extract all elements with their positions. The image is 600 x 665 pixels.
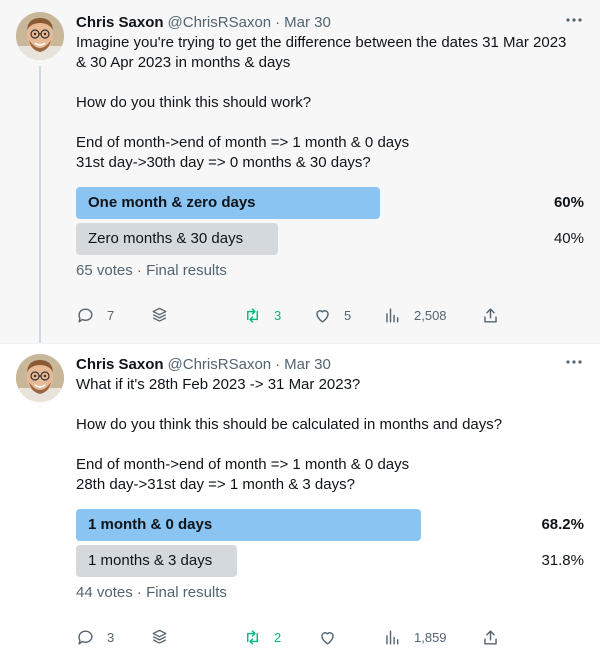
- stack-button[interactable]: [150, 626, 169, 648]
- tweet-2[interactable]: Chris Saxon @ChrisRSaxon · Mar 30 What i…: [0, 343, 600, 665]
- tweet-text-line: 28th day->31st day => 1 month & 3 days?: [76, 476, 355, 493]
- poll-option-label: 1 month & 0 days: [88, 516, 213, 533]
- stack-icon: [152, 629, 167, 644]
- reply-icon: [78, 307, 93, 323]
- retweet-icon: [247, 629, 258, 645]
- poll-votes: 65 votes: [76, 262, 133, 279]
- tweet-header: Chris Saxon @ChrisRSaxon · Mar 30: [76, 12, 584, 32]
- author-name[interactable]: Chris Saxon: [76, 356, 164, 373]
- tweet-text-line: How do you think this should be calculat…: [76, 416, 503, 433]
- poll-votes: 44 votes: [76, 584, 133, 601]
- poll-option-label: Zero months & 30 days: [88, 230, 244, 247]
- tweet-date[interactable]: Mar 30: [284, 356, 331, 373]
- views-count: 1,859: [414, 629, 447, 645]
- tweet-text-line: End of month->end of month => 1 month & …: [76, 456, 410, 473]
- poll-option-percent: 60%: [553, 194, 584, 211]
- tweet-text-line: End of month->end of month => 1 month & …: [76, 134, 410, 151]
- share-icon: [484, 307, 497, 323]
- poll-option-percent: 68.2%: [541, 516, 584, 533]
- poll-meta: 65 votes · Final results: [76, 261, 584, 281]
- poll-option: Zero months & 30 days 40%: [76, 223, 584, 255]
- tweet-text-line: Imagine you're trying to get the differe…: [76, 34, 567, 51]
- action-bar: 3 2 1,859: [76, 626, 584, 648]
- tweet-paragraph: What if it's 28th Feb 2023 -> 31 Mar 202…: [76, 375, 586, 395]
- reply-count: 3: [107, 629, 115, 645]
- share-icon: [484, 629, 497, 645]
- views-button[interactable]: 2,508: [383, 304, 447, 326]
- tweet-paragraph: End of month->end of month => 1 month & …: [76, 133, 586, 173]
- reply-count: 7: [107, 307, 115, 323]
- like-icon: [321, 631, 334, 645]
- poll-option: One month & zero days 60%: [76, 187, 584, 219]
- retweet-button[interactable]: 2: [243, 626, 281, 648]
- poll-option-percent: 31.8%: [541, 552, 584, 569]
- poll-status: Final results: [146, 262, 227, 279]
- more-icon[interactable]: [564, 352, 584, 372]
- separator-dot: ·: [275, 13, 281, 31]
- views-icon: [386, 307, 399, 323]
- poll: One month & zero days 60% Zero months & …: [76, 187, 584, 281]
- poll: 1 month & 0 days 68.2% 1 months & 3 days…: [76, 509, 584, 603]
- author-handle[interactable]: @ChrisRSaxon: [168, 14, 272, 31]
- separator-dot: ·: [136, 584, 142, 601]
- separator-dot: ·: [275, 355, 281, 373]
- tweet-text: What if it's 28th Feb 2023 -> 31 Mar 202…: [76, 375, 586, 495]
- retweet-count: 3: [274, 307, 282, 323]
- views-icon: [386, 629, 399, 645]
- more-icon[interactable]: [564, 10, 584, 30]
- tweet-text-line: What if it's 28th Feb 2023 -> 31 Mar 202…: [76, 376, 361, 393]
- like-button[interactable]: 5: [313, 304, 351, 326]
- poll-status: Final results: [146, 584, 227, 601]
- poll-option: 1 month & 0 days 68.2%: [76, 509, 584, 541]
- tweet-text-line: & 30 Apr 2023 in months & days: [76, 54, 291, 71]
- retweet-count: 2: [274, 629, 282, 645]
- retweet-button[interactable]: 3: [243, 304, 281, 326]
- tweet-text: Imagine you're trying to get the differe…: [76, 33, 586, 173]
- poll-option: 1 months & 3 days 31.8%: [76, 545, 584, 577]
- stack-icon: [152, 307, 167, 322]
- avatar[interactable]: [16, 12, 64, 60]
- like-count: 5: [344, 307, 352, 323]
- tweet-text-line: How do you think this should work?: [76, 94, 312, 111]
- share-button[interactable]: [481, 304, 500, 326]
- like-button[interactable]: [318, 626, 337, 648]
- author-handle[interactable]: @ChrisRSaxon: [168, 356, 272, 373]
- tweet-paragraph: End of month->end of month => 1 month & …: [76, 455, 586, 495]
- avatar[interactable]: [16, 354, 64, 402]
- action-bar: 7 3 5 2,508: [76, 304, 584, 326]
- views-count: 2,508: [414, 307, 447, 323]
- author-name[interactable]: Chris Saxon: [76, 14, 164, 31]
- tweet-paragraph: Imagine you're trying to get the differe…: [76, 33, 586, 73]
- stack-button[interactable]: [150, 304, 169, 326]
- tweet-header: Chris Saxon @ChrisRSaxon · Mar 30: [76, 354, 584, 374]
- retweet-icon: [247, 307, 258, 323]
- poll-option-percent: 40%: [553, 230, 584, 247]
- tweet-paragraph: How do you think this should be calculat…: [76, 415, 586, 435]
- reply-icon: [78, 629, 93, 645]
- views-button[interactable]: 1,859: [383, 626, 447, 648]
- separator-dot: ·: [136, 262, 142, 279]
- poll-option-label: One month & zero days: [88, 194, 256, 211]
- tweet-text-line: 31st day->30th day => 0 months & 30 days…: [76, 154, 371, 171]
- reply-button[interactable]: 3: [76, 626, 114, 648]
- share-button[interactable]: [481, 626, 500, 648]
- tweet-1[interactable]: Chris Saxon @ChrisRSaxon · Mar 30 Imagin…: [0, 0, 600, 343]
- poll-meta: 44 votes · Final results: [76, 583, 584, 603]
- reply-button[interactable]: 7: [76, 304, 114, 326]
- poll-option-label: 1 months & 3 days: [88, 552, 213, 569]
- like-icon: [316, 309, 329, 323]
- thread-connector-line: [39, 66, 41, 343]
- tweet-paragraph: How do you think this should work?: [76, 93, 586, 113]
- tweet-date[interactable]: Mar 30: [284, 14, 331, 31]
